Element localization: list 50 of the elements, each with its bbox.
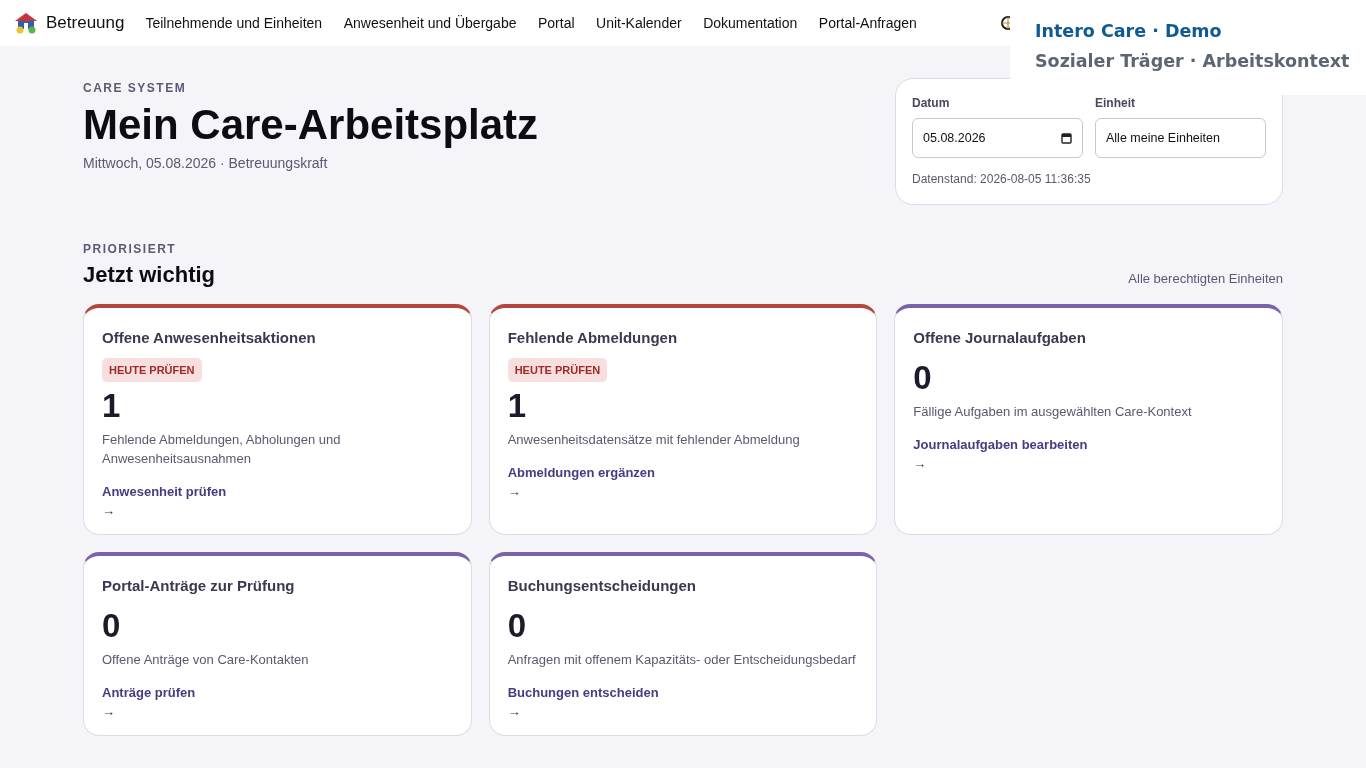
field-label: Datum xyxy=(912,96,951,110)
arrow-link[interactable]: → xyxy=(913,456,1264,471)
nav-link[interactable]: Unit-Kalender xyxy=(596,15,682,31)
organization-subtitle: Sozialer Träger · Arbeitskontext xyxy=(1035,50,1351,73)
count-value: 1 xyxy=(507,386,527,426)
card-description: Fällige Aufgaben im ausgewählten Care-Kontext xyxy=(913,403,1193,421)
nav-link[interactable]: Portal-Anfragen xyxy=(818,15,917,31)
count-value: 0 xyxy=(913,358,933,398)
card-description: Offene Anträge von Care-Kontakten xyxy=(102,651,310,669)
calendar-icon[interactable] xyxy=(1061,132,1072,144)
nav-link[interactable]: Anwesenheit und Übergabe xyxy=(343,15,517,31)
nav-link[interactable]: Portal xyxy=(537,15,575,31)
arrow-link[interactable]: → xyxy=(507,704,859,719)
eyebrow-label: CARE SYSTEM xyxy=(83,81,188,95)
card-link[interactable]: Anwesenheit prüfen xyxy=(102,484,227,499)
nav-link[interactable]: Teilnehmende und Einheiten xyxy=(145,15,323,31)
count-value: 0 xyxy=(507,606,527,646)
brand-link[interactable]: Betreuung xyxy=(14,12,125,34)
page-title: Mein Care-Arbeitsplatz xyxy=(83,101,539,149)
page-subtitle: Mittwoch, 05.08.2026 · Betreuungskraft xyxy=(83,155,329,171)
card-link[interactable]: Anträge prüfen xyxy=(102,685,196,700)
card-description: Anwesenheitsdatensätze mit fehlender Abmeldung xyxy=(507,431,801,449)
brand-name: Betreuung xyxy=(46,13,125,33)
section-eyebrow: PRIORISIERT xyxy=(83,242,178,256)
card-title: Offene Journalaufgaben xyxy=(913,329,1087,346)
count-value: 1 xyxy=(102,386,122,426)
card-description: Anfragen mit offenem Kapazitäts- oder Entscheidungsbedarf xyxy=(507,651,857,669)
arrow-link[interactable]: → xyxy=(102,704,453,719)
data-timestamp: Datenstand: 2026-08-05 11:36:35 xyxy=(912,172,1092,186)
card-title: Buchungsentscheidungen xyxy=(507,577,697,594)
card-link[interactable]: Buchungen entscheiden xyxy=(507,685,659,700)
field-label: Einheit xyxy=(1095,96,1136,110)
card-link[interactable]: Abmeldungen ergänzen xyxy=(507,465,655,480)
card-title: Portal-Anträge zur Prüfung xyxy=(102,577,296,594)
unit-select[interactable]: Alle meine Einheiten xyxy=(1095,118,1266,158)
card-title: Offene Anwesenheitsaktionen xyxy=(102,329,317,346)
arrow-link[interactable]: → xyxy=(102,503,453,518)
status-badge: HEUTE PRÜFEN xyxy=(507,358,608,382)
card-title: Fehlende Abmeldungen xyxy=(507,329,679,346)
scope-label: Alle berechtigten Einheiten xyxy=(1128,271,1283,286)
organization-title: Intero Care · Demo xyxy=(1035,20,1223,43)
status-badge: HEUTE PRÜFEN xyxy=(102,358,202,382)
count-value: 0 xyxy=(102,606,122,646)
date-field[interactable]: 05.08.2026 xyxy=(912,118,1083,158)
arrow-link[interactable]: → xyxy=(507,484,859,499)
house-logo-icon xyxy=(14,12,38,34)
card-link[interactable]: Journalaufgaben bearbeiten xyxy=(913,437,1088,452)
section-title: Jetzt wichtig xyxy=(83,262,215,288)
card-description: Fehlende Abmeldungen, Abholungen und Anwesenheitsausnahmen xyxy=(102,431,342,468)
nav-link[interactable]: Dokumentation xyxy=(703,15,798,31)
